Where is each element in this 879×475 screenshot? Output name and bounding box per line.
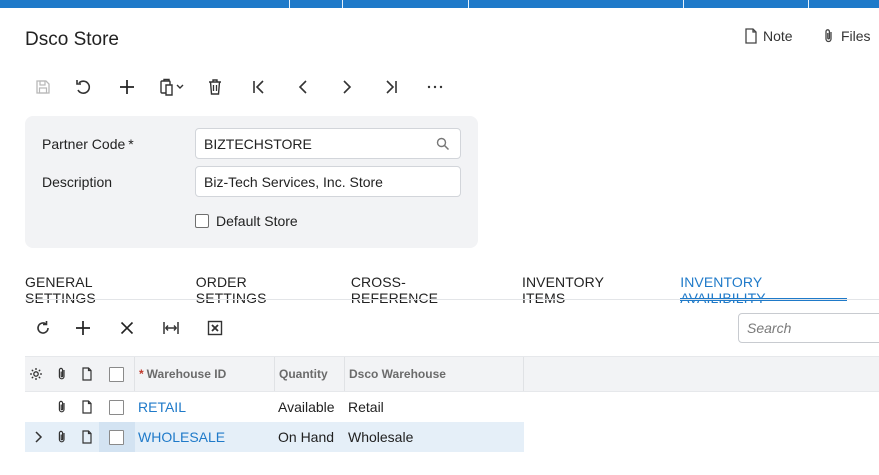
delete-row-icon: [120, 321, 134, 335]
paperclip-icon: [58, 367, 65, 380]
partner-code-field[interactable]: [195, 128, 461, 159]
paperclip-icon: [825, 29, 832, 43]
column-settings-button[interactable]: [29, 357, 43, 391]
page-title: Dsco Store: [25, 29, 119, 50]
row-attachment-button[interactable]: [55, 392, 69, 422]
select-all-checkbox[interactable]: [109, 366, 124, 382]
record-toolbar: [25, 72, 457, 102]
note-column-header: [80, 357, 94, 391]
chevron-left-icon: [298, 80, 307, 94]
row-note-button[interactable]: [80, 422, 94, 452]
tab-general-settings[interactable]: GENERAL SETTINGS: [25, 274, 164, 306]
add-button[interactable]: [105, 72, 149, 102]
quantity-cell: On Hand: [278, 429, 335, 445]
dsco-warehouse-cell: Wholesale: [348, 429, 414, 445]
attachment-column-header: [55, 357, 69, 391]
row-note-button[interactable]: [80, 392, 94, 422]
tab-divider: [25, 299, 879, 300]
tab-inventory-availibility[interactable]: INVENTORY AVAILIBILITY: [680, 274, 847, 306]
paperclip-icon: [58, 430, 65, 443]
tab-cross-reference[interactable]: CROSS-REFERENCE: [351, 274, 490, 306]
last-record-button[interactable]: [369, 72, 413, 102]
copy-paste-icon: [160, 78, 184, 96]
refresh-button[interactable]: [25, 313, 61, 343]
description-label: Description: [42, 174, 113, 190]
last-record-icon: [386, 80, 397, 94]
export-excel-button[interactable]: [193, 313, 237, 343]
add-row-button[interactable]: [61, 313, 105, 343]
fit-columns-icon: [163, 322, 179, 334]
grid-header: * Warehouse ID Quantity Dsco Warehouse: [25, 356, 879, 392]
add-icon: [120, 80, 134, 94]
dsco-warehouse-cell: Retail: [348, 399, 384, 415]
document-icon: [82, 400, 92, 414]
delete-row-button[interactable]: [105, 313, 149, 343]
warehouse-id-link[interactable]: RETAIL: [138, 392, 186, 422]
partner-code-label: Partner Code *: [42, 136, 134, 152]
default-store-checkbox[interactable]: [195, 214, 209, 228]
top-accent-bar: [0, 0, 879, 8]
table-row[interactable]: RETAIL Available Retail: [25, 392, 879, 422]
row-checkbox[interactable]: [109, 399, 124, 415]
first-record-icon: [253, 80, 264, 94]
files-label: Files: [841, 28, 871, 44]
row-checkbox[interactable]: [109, 429, 124, 445]
warehouse-id-link[interactable]: WHOLESALE: [138, 422, 225, 452]
chevron-right-icon: [35, 431, 43, 443]
grid-toolbar: [25, 313, 237, 343]
first-record-button[interactable]: [237, 72, 281, 102]
undo-icon: [76, 80, 91, 94]
col-dsco-warehouse[interactable]: Dsco Warehouse: [349, 357, 446, 391]
delete-button[interactable]: [193, 72, 237, 102]
col-warehouse-id[interactable]: * Warehouse ID: [139, 357, 226, 391]
refresh-icon: [37, 321, 49, 334]
description-field[interactable]: [195, 166, 461, 197]
previous-record-button[interactable]: [281, 72, 325, 102]
tab-order-settings[interactable]: ORDER SETTINGS: [196, 274, 319, 306]
tab-bar: GENERAL SETTINGS ORDER SETTINGS CROSS-RE…: [25, 274, 879, 306]
document-icon: [82, 430, 92, 444]
save-button[interactable]: [25, 72, 61, 102]
gear-icon: [30, 368, 42, 380]
required-mark: *: [128, 136, 134, 152]
col-quantity[interactable]: Quantity: [279, 357, 328, 391]
row-attachment-button[interactable]: [55, 422, 69, 452]
add-row-icon: [76, 321, 90, 335]
note-icon: [745, 28, 757, 44]
files-button[interactable]: Files: [822, 28, 871, 44]
copy-paste-button[interactable]: [149, 72, 193, 102]
fit-columns-button[interactable]: [149, 313, 193, 343]
table-row-selected[interactable]: WHOLESALE On Hand Wholesale: [25, 422, 524, 452]
more-button[interactable]: [413, 72, 457, 102]
save-icon: [36, 80, 50, 94]
note-button[interactable]: Note: [744, 28, 793, 44]
chevron-right-icon: [343, 80, 352, 94]
more-icon: [427, 85, 443, 89]
summary-form: Partner Code* Description Default Store: [25, 116, 478, 248]
row-checkbox-cell: [109, 392, 124, 422]
paperclip-icon: [58, 400, 65, 413]
export-excel-icon: [207, 320, 223, 336]
next-record-button[interactable]: [325, 72, 369, 102]
row-checkbox-cell: [109, 422, 124, 452]
select-all-checkbox-cell: [109, 357, 124, 391]
quantity-cell: Available: [278, 399, 335, 415]
delete-icon: [209, 79, 221, 95]
search-icon[interactable]: [436, 137, 450, 151]
tab-inventory-items[interactable]: INVENTORY ITEMS: [522, 274, 648, 306]
note-label: Note: [763, 28, 793, 44]
warehouse-grid: * Warehouse ID Quantity Dsco Warehouse RE…: [25, 356, 879, 452]
row-expand-button[interactable]: [31, 422, 45, 452]
document-icon: [82, 367, 92, 381]
undo-button[interactable]: [61, 72, 105, 102]
grid-search-input[interactable]: [738, 313, 879, 343]
default-store-label: Default Store: [216, 213, 298, 229]
